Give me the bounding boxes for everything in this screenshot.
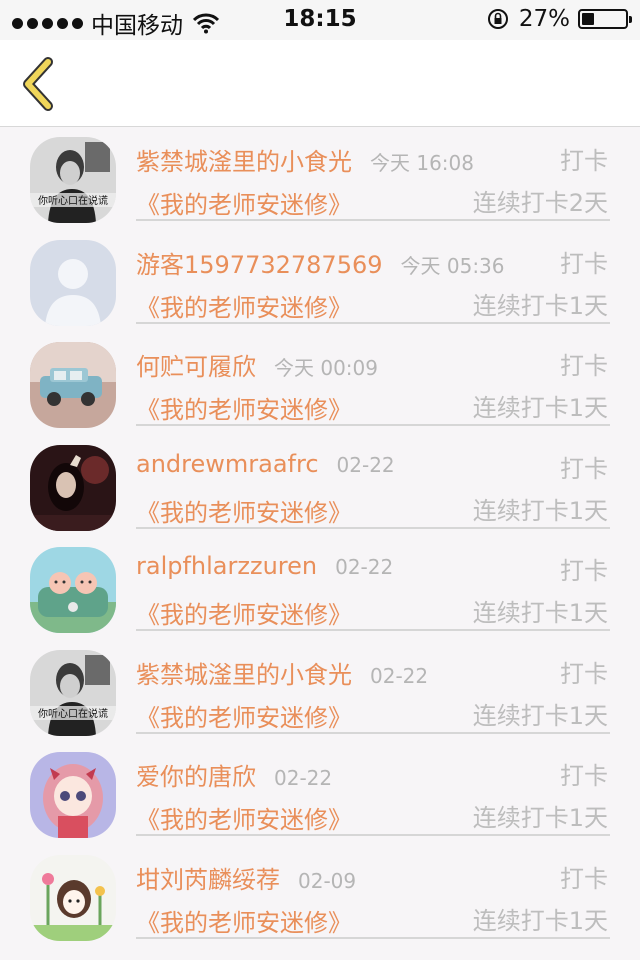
user-name: 何贮可履欣 今天 00:09 xyxy=(136,353,378,381)
streak-count: 连续打卡1天 xyxy=(472,291,608,320)
checkin-tag: 打卡 xyxy=(560,557,608,585)
nav-bar xyxy=(0,40,640,127)
list-item[interactable]: 你听心口在说谎 紫禁城滏里的小食光 今天 16:08 打卡 《我的老师安迷修》 连… xyxy=(0,127,640,230)
rotation-lock-icon xyxy=(487,9,508,29)
book-title[interactable]: 《我的老师安迷修》 xyxy=(136,800,352,835)
checkin-tag: 打卡 xyxy=(560,249,608,278)
checkin-time: 02-22 xyxy=(370,663,429,688)
list-item[interactable]: 何贮可履欣 今天 00:09 打卡 《我的老师安迷修》 连续打卡1天 xyxy=(0,332,640,435)
checkin-list: 你听心口在说谎 紫禁城滏里的小食光 今天 16:08 打卡 《我的老师安迷修》 连… xyxy=(0,127,640,947)
checkin-tag: 打卡 xyxy=(560,352,608,380)
divider xyxy=(136,629,610,631)
user-name: 紫禁城滏里的小食光 今天 16:08 xyxy=(136,148,474,176)
divider xyxy=(136,936,610,939)
checkin-time: 02-22 xyxy=(336,452,395,477)
checkin-tag: 打卡 xyxy=(560,659,608,688)
list-item[interactable]: 爱你的唐欣 02-22 打卡 《我的老师安迷修》 连续打卡1天 xyxy=(0,742,640,845)
book-title[interactable]: 《我的老师安迷修》 xyxy=(136,493,352,528)
avatar[interactable] xyxy=(30,752,116,838)
divider xyxy=(136,834,610,836)
battery-icon xyxy=(578,9,632,29)
svg-text:你听心口在说谎: 你听心口在说谎 xyxy=(38,707,108,720)
battery-percent: 27% xyxy=(518,6,570,32)
divider xyxy=(136,321,610,324)
svg-text:你听心口在说谎: 你听心口在说谎 xyxy=(38,194,108,207)
checkin-time: 今天 05:36 xyxy=(400,253,505,278)
book-title[interactable]: 《我的老师安迷修》 xyxy=(136,903,352,938)
user-name: 紫禁城滏里的小食光 02-22 xyxy=(136,660,429,689)
list-item[interactable]: 你听心口在说谎 紫禁城滏里的小食光 02-22 打卡 《我的老师安迷修》 连续打卡… xyxy=(0,640,640,743)
checkin-time: 02-22 xyxy=(274,766,333,790)
avatar-dark-photo-icon xyxy=(30,444,116,531)
divider xyxy=(136,526,610,529)
checkin-time: 今天 00:09 xyxy=(274,356,378,380)
checkin-time: 02-09 xyxy=(298,868,357,893)
book-title[interactable]: 《我的老师安迷修》 xyxy=(136,390,352,425)
streak-count: 连续打卡1天 xyxy=(472,804,608,832)
avatar[interactable] xyxy=(30,342,116,428)
avatar-anime-girl-icon xyxy=(30,752,116,838)
avatar[interactable]: 你听心口在说谎 xyxy=(30,649,116,736)
streak-count: 连续打卡1天 xyxy=(472,906,608,935)
avatar[interactable] xyxy=(30,547,116,633)
avatar[interactable]: 你听心口在说谎 xyxy=(30,137,116,223)
checkin-tag: 打卡 xyxy=(560,147,608,175)
streak-count: 连续打卡1天 xyxy=(472,599,608,627)
checkin-time: 今天 16:08 xyxy=(370,151,474,175)
list-item[interactable]: ralpfhlarzzuren 02-22 打卡 《我的老师安迷修》 连续打卡1天 xyxy=(0,537,640,640)
list-item[interactable]: andrewmraafrc 02-22 打卡 《我的老师安迷修》 连续打卡1天 xyxy=(0,435,640,538)
avatar-photo-boy-icon: 你听心口在说谎 xyxy=(30,137,116,223)
streak-count: 连续打卡1天 xyxy=(472,496,608,525)
avatar-cartoon-car-icon xyxy=(30,547,116,633)
streak-count: 连续打卡1天 xyxy=(472,701,608,730)
avatar[interactable] xyxy=(30,444,116,531)
divider xyxy=(136,219,610,221)
book-title[interactable]: 《我的老师安迷修》 xyxy=(136,698,352,733)
checkin-tag: 打卡 xyxy=(560,454,608,483)
user-name: 爱你的唐欣 02-22 xyxy=(136,763,333,791)
avatar-blue-car-icon xyxy=(30,342,116,428)
streak-count: 连续打卡1天 xyxy=(472,394,608,422)
divider xyxy=(136,731,610,734)
streak-count: 连续打卡2天 xyxy=(472,189,608,217)
avatar[interactable] xyxy=(30,239,116,326)
avatar[interactable] xyxy=(30,854,116,941)
avatar-photo-boy-icon: 你听心口在说谎 xyxy=(30,649,116,736)
back-arrow-icon[interactable] xyxy=(18,56,58,112)
checkin-tag: 打卡 xyxy=(560,864,608,893)
user-name: ralpfhlarzzuren 02-22 xyxy=(136,552,394,580)
status-right: 27% xyxy=(487,6,632,32)
status-bar: 中国移动 18:15 27% xyxy=(0,0,640,40)
default-avatar-icon xyxy=(30,239,116,326)
list-item[interactable]: 游客1597732787569 今天 05:36 打卡 《我的老师安迷修》 连续打… xyxy=(0,230,640,333)
divider xyxy=(136,424,610,426)
user-name: andrewmraafrc 02-22 xyxy=(136,449,395,478)
user-name: 坩刘芮麟绥荐 02-09 xyxy=(136,865,357,894)
book-title[interactable]: 《我的老师安迷修》 xyxy=(136,595,352,630)
book-title[interactable]: 《我的老师安迷修》 xyxy=(136,185,352,220)
book-title[interactable]: 《我的老师安迷修》 xyxy=(136,288,352,323)
list-item[interactable]: 坩刘芮麟绥荐 02-09 打卡 《我的老师安迷修》 连续打卡1天 xyxy=(0,845,640,948)
checkin-time: 02-22 xyxy=(335,555,394,579)
user-name: 游客1597732787569 今天 05:36 xyxy=(136,250,505,279)
checkin-tag: 打卡 xyxy=(560,762,608,790)
avatar-flower-girl-icon xyxy=(30,854,116,941)
